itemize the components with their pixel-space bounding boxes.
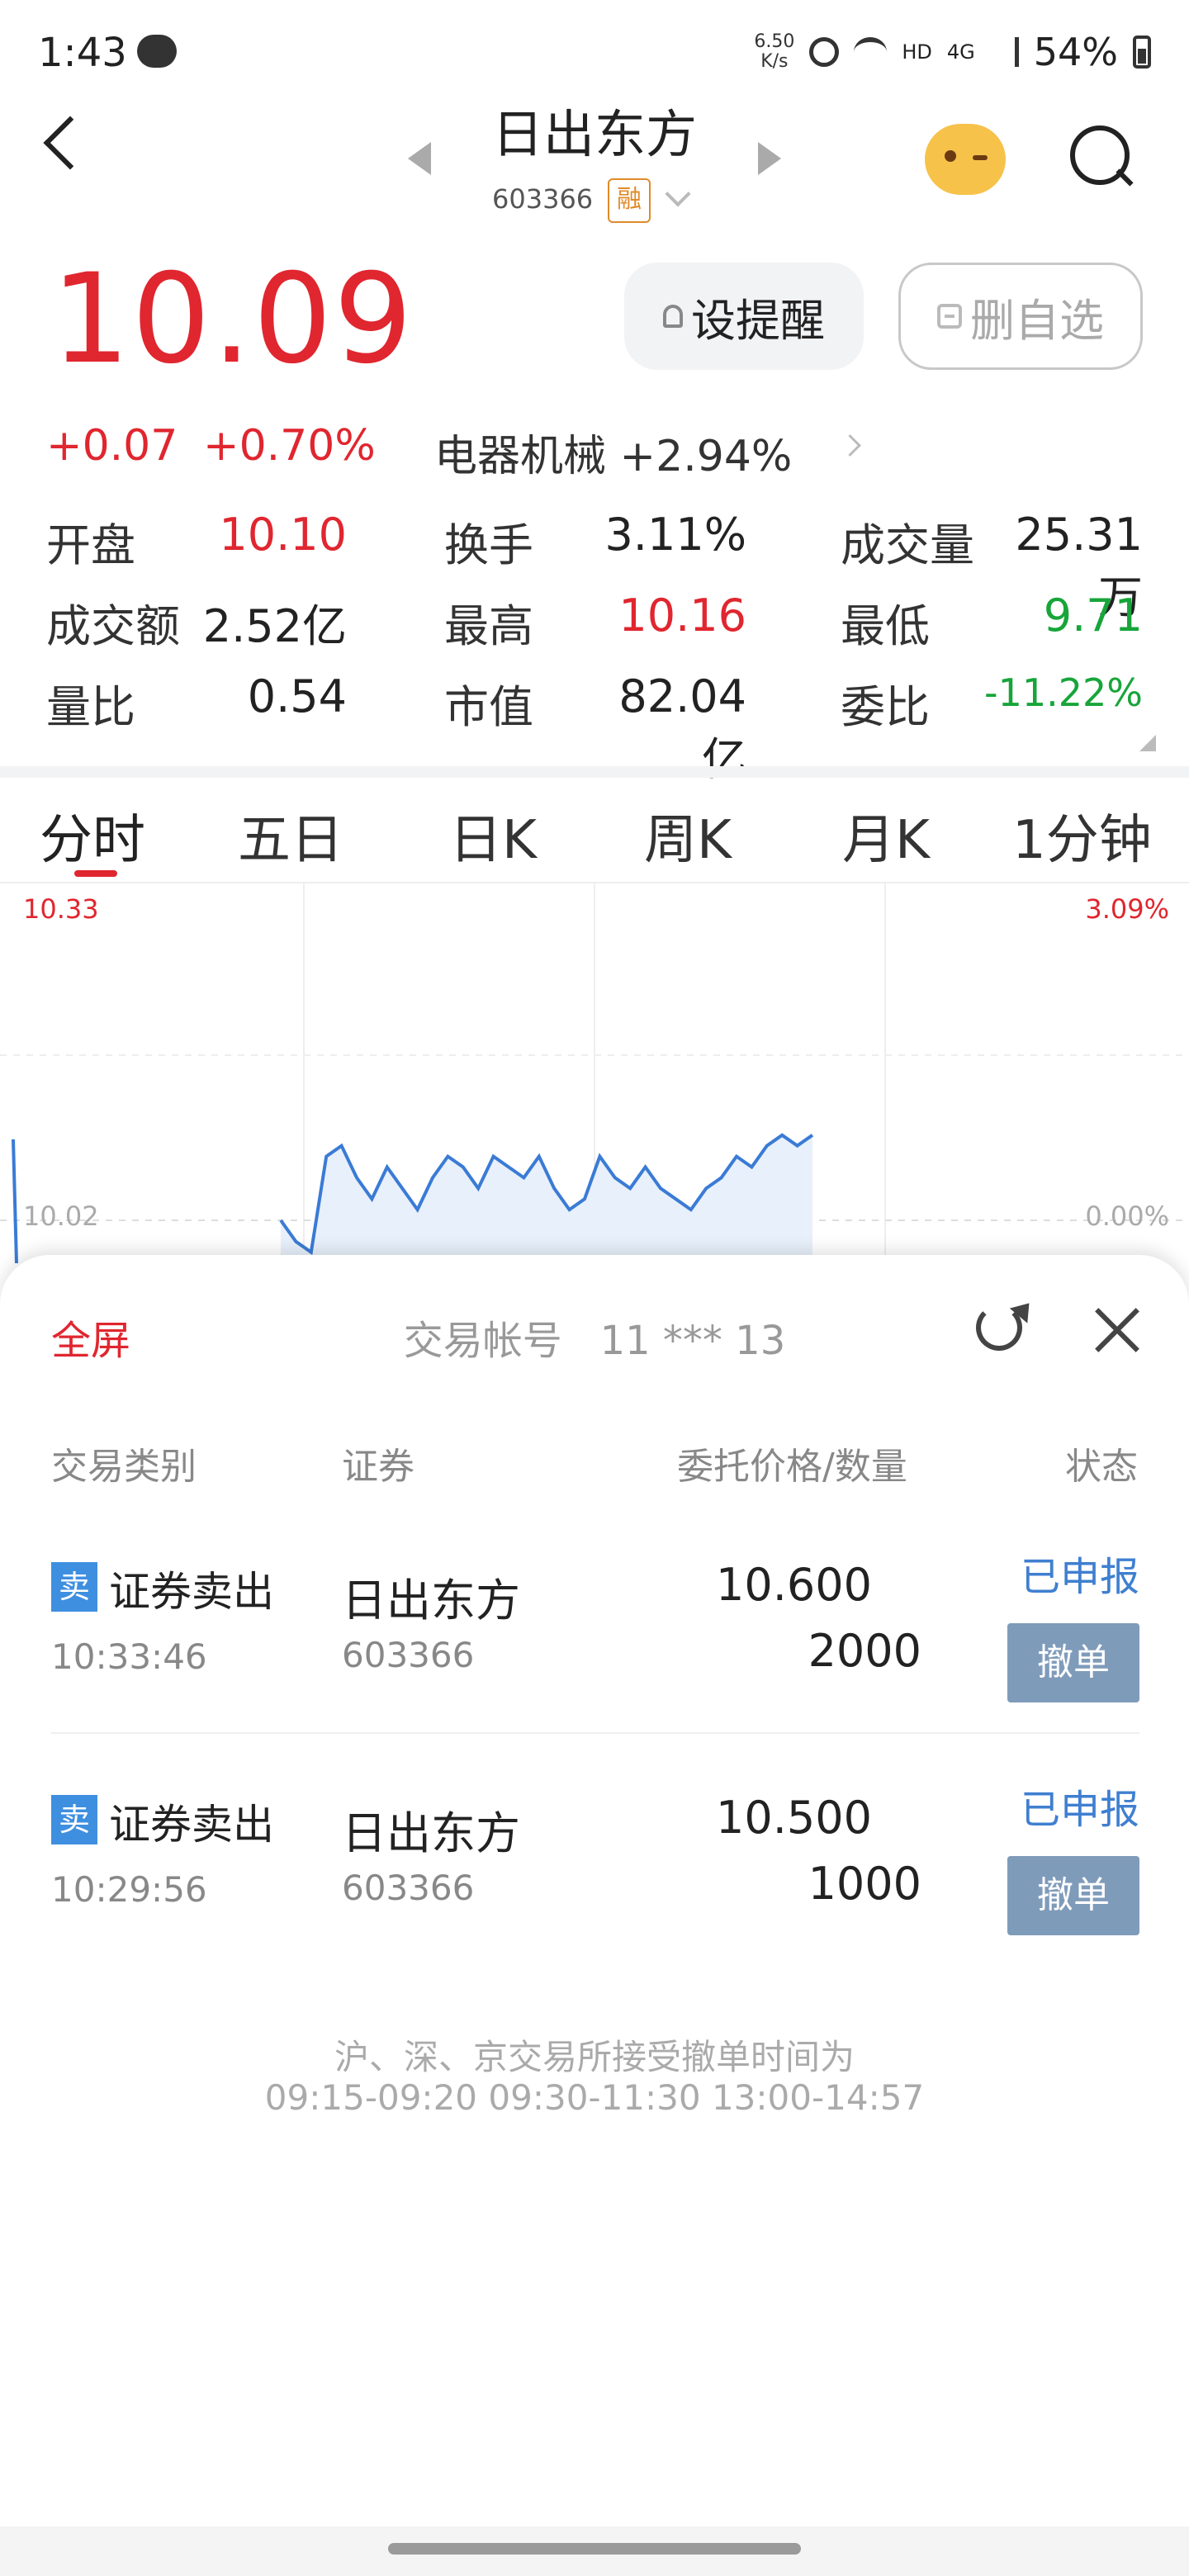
order-type: 证券卖出 bbox=[109, 1568, 274, 1616]
net-speed-value: 6.50 bbox=[754, 31, 795, 52]
order-status: 已申报 bbox=[1020, 1787, 1139, 1833]
cancel-time-note-2: 09:15-09:20 09:30-11:30 13:00-14:57 bbox=[264, 2077, 925, 2118]
home-indicator[interactable] bbox=[388, 2543, 801, 2555]
sector-name: 电器机械 bbox=[434, 432, 607, 481]
stat-value: 0.54 bbox=[247, 670, 347, 722]
stat-label: 成交量 bbox=[841, 519, 974, 571]
stat-value: 10.16 bbox=[618, 590, 746, 642]
signal-icon bbox=[990, 37, 1019, 67]
order-price: 10.600 bbox=[716, 1559, 872, 1611]
minus-box-icon bbox=[937, 304, 962, 329]
sector-change: +2.94% bbox=[619, 432, 793, 481]
order-status: 已申报 bbox=[1020, 1554, 1139, 1600]
stat-label: 最高 bbox=[444, 600, 533, 652]
expand-corner-icon[interactable] bbox=[1139, 735, 1156, 751]
tab-5[interactable]: 1分钟 bbox=[1012, 798, 1152, 874]
stat-value: 9.71 bbox=[1043, 590, 1143, 642]
active-tab-indicator bbox=[74, 870, 117, 877]
stat-label: 市值 bbox=[444, 681, 533, 733]
order-time: 10:29:56 bbox=[51, 1869, 207, 1910]
wifi-icon bbox=[854, 37, 888, 67]
price-change-pct: +0.70% bbox=[203, 421, 376, 471]
security-code: 603366 bbox=[342, 1635, 475, 1675]
cancel-time-note-1: 沪、深、京交易所接受撤单时间为 bbox=[334, 2037, 855, 2077]
mascot-icon[interactable] bbox=[925, 124, 1006, 195]
stat-label: 换手 bbox=[444, 519, 533, 571]
current-price: 10.09 bbox=[51, 248, 414, 391]
cancel-order-button[interactable]: 撤单 bbox=[1007, 1856, 1139, 1935]
stat-label: 成交额 bbox=[46, 600, 180, 652]
section-divider bbox=[0, 766, 1189, 778]
intraday-chart[interactable]: 10.33 3.09% 10.02 0.00% bbox=[0, 883, 1189, 1264]
stat-label: 量比 bbox=[46, 681, 135, 733]
battery-icon bbox=[1133, 36, 1151, 69]
stat-value: 2.52亿 bbox=[202, 600, 347, 652]
sell-tag: 卖 bbox=[51, 1795, 97, 1844]
set-reminder-button[interactable]: 设提醒 bbox=[624, 263, 864, 370]
cancel-order-button[interactable]: 撤单 bbox=[1007, 1623, 1139, 1702]
chevron-down-icon[interactable] bbox=[665, 181, 691, 207]
next-stock-icon[interactable] bbox=[758, 142, 781, 175]
tab-0[interactable]: 分时 bbox=[40, 798, 145, 874]
stock-title: 日出东方 bbox=[491, 104, 697, 164]
chat-notification-icon bbox=[137, 35, 177, 68]
margin-badge: 融 bbox=[608, 178, 651, 223]
y-mid-label: 10.02 bbox=[23, 1200, 99, 1232]
stat-value: -11.22% bbox=[984, 670, 1143, 715]
col-header-price-qty: 委托价格/数量 bbox=[677, 1446, 907, 1488]
sell-tag: 卖 bbox=[51, 1562, 97, 1612]
pct-top-label: 3.09% bbox=[1085, 893, 1169, 925]
price-area bbox=[281, 1134, 812, 1263]
bell-icon bbox=[663, 305, 683, 328]
account-number: 11 *** 13 bbox=[599, 1318, 786, 1364]
row-separator bbox=[51, 1732, 1139, 1734]
status-time: 1:43 bbox=[38, 30, 127, 76]
tab-3[interactable]: 周K bbox=[644, 798, 732, 874]
stat-label: 最低 bbox=[841, 600, 930, 652]
net-speed-unit: K/s bbox=[760, 51, 789, 72]
set-reminder-label: 设提醒 bbox=[691, 294, 825, 347]
remove-watchlist-button[interactable]: 删自选 bbox=[898, 263, 1143, 370]
col-header-security: 证券 bbox=[342, 1446, 414, 1488]
stock-code: 603366 bbox=[492, 183, 594, 215]
y-top-label: 10.33 bbox=[23, 893, 99, 925]
security-code: 603366 bbox=[342, 1868, 475, 1908]
tab-4[interactable]: 月K bbox=[842, 798, 930, 874]
network-label: 4G bbox=[946, 40, 975, 64]
alarm-icon bbox=[809, 37, 840, 67]
stat-value: 10.10 bbox=[219, 509, 347, 561]
stat-label: 开盘 bbox=[46, 519, 135, 571]
price-change: +0.07 bbox=[46, 421, 178, 471]
col-header-type: 交易类别 bbox=[51, 1446, 197, 1488]
pct-mid-label: 0.00% bbox=[1085, 1200, 1169, 1232]
intraday-chart-svg bbox=[0, 883, 1189, 1264]
security-name: 日出东方 bbox=[342, 1574, 520, 1627]
order-price: 10.500 bbox=[716, 1792, 872, 1844]
security-name: 日出东方 bbox=[342, 1807, 520, 1859]
stat-label: 委比 bbox=[841, 681, 930, 733]
battery-percent: 54% bbox=[1033, 30, 1118, 74]
opening-tick bbox=[12, 1139, 18, 1264]
order-time: 10:33:46 bbox=[51, 1636, 207, 1677]
tab-1[interactable]: 五日 bbox=[238, 798, 343, 874]
order-type: 证券卖出 bbox=[109, 1801, 274, 1849]
sector-link[interactable]: 电器机械 +2.94% bbox=[434, 421, 792, 483]
col-header-status: 状态 bbox=[1065, 1446, 1138, 1488]
account-label: 交易帐号 bbox=[403, 1318, 562, 1364]
hd-label: HD bbox=[902, 40, 932, 64]
remove-watchlist-label: 删自选 bbox=[970, 294, 1104, 347]
order-quantity: 1000 bbox=[808, 1858, 921, 1910]
order-quantity: 2000 bbox=[808, 1625, 921, 1677]
status-icons: 6.50 K/s HD 4G 54% bbox=[754, 30, 1151, 74]
stat-value: 3.11% bbox=[604, 509, 746, 561]
chevron-right-icon bbox=[839, 434, 861, 457]
net-speed: 6.50 K/s bbox=[754, 32, 794, 72]
tab-2[interactable]: 日K bbox=[449, 798, 537, 874]
